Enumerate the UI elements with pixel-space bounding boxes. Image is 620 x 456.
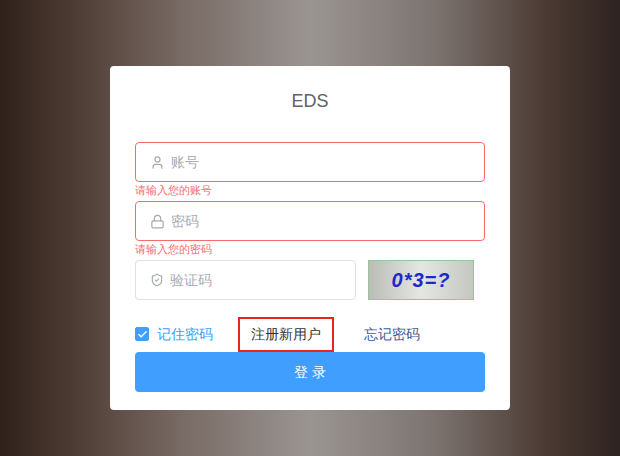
password-field[interactable]	[135, 201, 485, 241]
field-error: 请输入您的账号	[135, 182, 485, 201]
check-icon	[137, 329, 148, 340]
account-input[interactable]	[171, 152, 470, 173]
remember-checkbox[interactable]: 记住密码	[135, 324, 213, 345]
card-title: EDS	[135, 66, 485, 112]
link[interactable]: 注册新用户	[238, 317, 334, 352]
login-card: EDS 请输入您的账号请输入您的密码0*3=? 记住密码 注册新用户忘记密码登 录	[110, 66, 510, 410]
password-icon	[150, 214, 165, 229]
shield-icon	[150, 273, 164, 287]
captcha-image[interactable]: 0*3=?	[368, 260, 474, 300]
captcha-input[interactable]	[170, 270, 341, 291]
account-icon	[150, 155, 165, 170]
password-input[interactable]	[171, 211, 470, 232]
captcha-field[interactable]	[135, 260, 356, 300]
login-button[interactable]: 登 录	[135, 352, 485, 392]
link[interactable]: 忘记密码	[351, 317, 433, 352]
login-page: EDS 请输入您的账号请输入您的密码0*3=? 记住密码 注册新用户忘记密码登 录	[0, 0, 620, 456]
account-field[interactable]	[135, 142, 485, 182]
field-error: 请输入您的密码	[135, 241, 485, 260]
